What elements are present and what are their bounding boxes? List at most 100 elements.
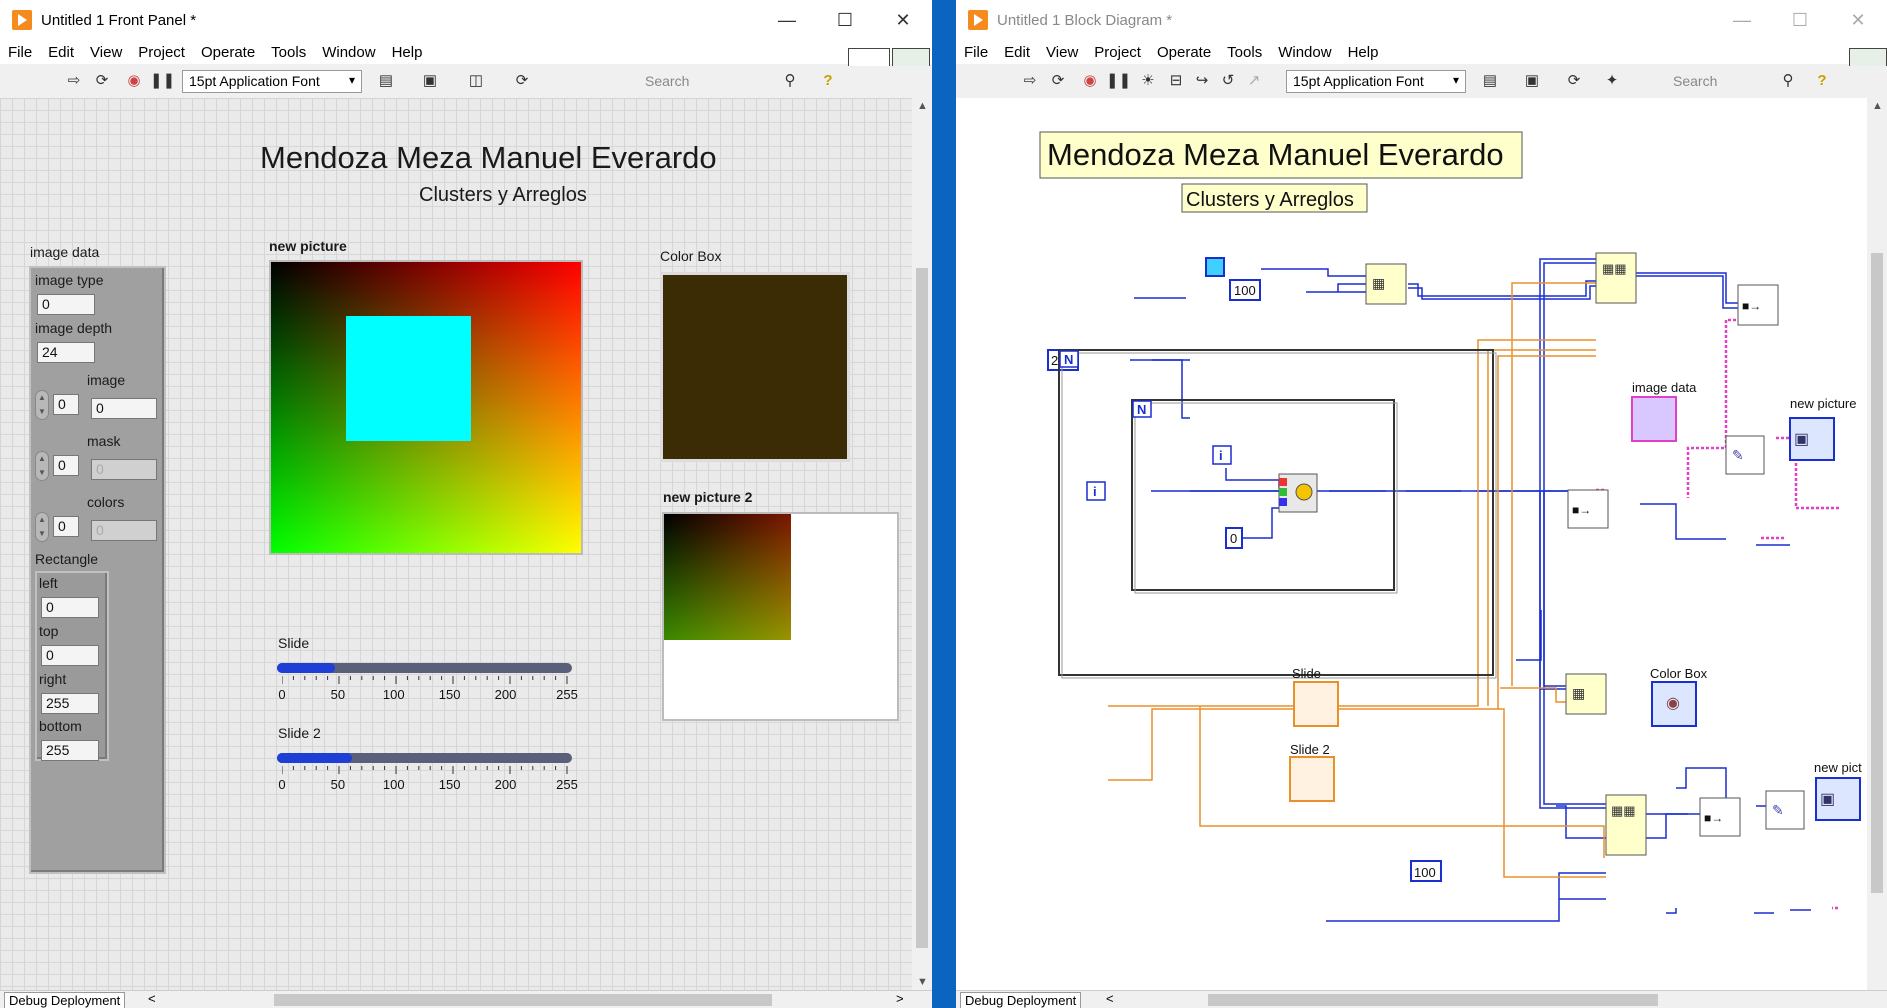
- bottom-label: bottom: [39, 718, 82, 734]
- menu-help[interactable]: Help: [1348, 44, 1379, 61]
- horizontal-scroll-thumb[interactable]: [274, 994, 772, 1006]
- run-arrow-icon[interactable]: ⇨: [1020, 71, 1040, 91]
- image-data-indicator[interactable]: [1631, 396, 1677, 442]
- abort-icon[interactable]: ◉: [124, 71, 144, 91]
- scroll-right-icon[interactable]: >: [896, 991, 904, 1006]
- scroll-left-icon[interactable]: <: [1106, 991, 1114, 1006]
- slide-fill: [277, 663, 335, 673]
- retain-wire-values-icon[interactable]: ⊟: [1166, 71, 1186, 91]
- run-continuously-icon[interactable]: ⟳: [92, 71, 112, 91]
- color-constant-box[interactable]: [1205, 257, 1225, 277]
- mask-index-field[interactable]: 0: [53, 455, 79, 476]
- mask-value-field: 0: [91, 459, 157, 480]
- menu-tools[interactable]: Tools: [271, 44, 306, 61]
- colors-index-spinner[interactable]: ▲ ▼: [35, 512, 49, 542]
- color-box-label: Color Box: [660, 248, 722, 264]
- font-selector[interactable]: 15pt Application Font: [182, 70, 362, 93]
- labview-app-icon: [12, 10, 32, 30]
- menu-tools[interactable]: Tools: [1227, 44, 1262, 61]
- slider-tick-label: 100: [382, 687, 405, 702]
- step-over-icon[interactable]: ↺: [1218, 71, 1238, 91]
- slide-2-track[interactable]: [277, 753, 572, 763]
- slide-control-terminal[interactable]: [1293, 681, 1339, 727]
- front-panel-canvas: Mendoza Meza Manuel Everardo Clusters y …: [0, 98, 912, 990]
- debug-deployment-tag[interactable]: Debug Deployment: [960, 992, 1082, 1008]
- resize-objects-icon[interactable]: ◫: [466, 71, 486, 91]
- help-icon[interactable]: ?: [1812, 71, 1832, 91]
- menu-operate[interactable]: Operate: [201, 44, 255, 61]
- minimize-button[interactable]: —: [1713, 0, 1771, 40]
- help-icon[interactable]: ?: [818, 71, 838, 91]
- menu-edit[interactable]: Edit: [48, 44, 74, 61]
- distribute-objects-icon[interactable]: ▣: [1522, 71, 1542, 91]
- image-array-label: image: [87, 372, 126, 388]
- distribute-objects-icon[interactable]: ▣: [420, 71, 440, 91]
- menu-view[interactable]: View: [90, 44, 122, 61]
- search-icon[interactable]: ⚲: [780, 71, 800, 91]
- menu-project[interactable]: Project: [1094, 44, 1141, 61]
- minimize-button[interactable]: —: [758, 0, 816, 40]
- right-field: 255: [41, 693, 99, 714]
- step-into-icon[interactable]: ↪: [1192, 71, 1212, 91]
- menu-file[interactable]: File: [8, 44, 32, 61]
- reorder-icon[interactable]: ⟳: [512, 71, 532, 91]
- vertical-scrollbar[interactable]: ▲: [1867, 98, 1887, 990]
- slide-2-control-terminal[interactable]: [1289, 756, 1335, 802]
- menu-file[interactable]: File: [964, 44, 988, 61]
- highlight-execution-icon[interactable]: ☀: [1138, 71, 1158, 91]
- image-index-field[interactable]: 0: [53, 394, 79, 415]
- slide-2-fill: [277, 753, 353, 763]
- vertical-scrollbar[interactable]: ▲ ▼: [912, 98, 932, 990]
- maximize-button[interactable]: ☐: [816, 0, 874, 40]
- colors-index-field[interactable]: 0: [53, 516, 79, 537]
- slide-track[interactable]: [277, 663, 572, 673]
- menu-help[interactable]: Help: [392, 44, 423, 61]
- abort-icon[interactable]: ◉: [1080, 71, 1100, 91]
- front-panel-titlebar: Untitled 1 Front Panel * — ☐ ✕: [0, 0, 932, 40]
- block-diagram-window: Untitled 1 Block Diagram * — ☐ ✕ File Ed…: [956, 0, 1887, 1008]
- scroll-up-icon[interactable]: ▲: [917, 100, 928, 112]
- scroll-thumb[interactable]: [1871, 253, 1883, 893]
- outer-for-loop[interactable]: [1058, 349, 1494, 676]
- horizontal-scroll-thumb[interactable]: [1208, 994, 1658, 1006]
- search-input[interactable]: Search: [1668, 70, 1778, 93]
- maximize-button[interactable]: ☐: [1771, 0, 1829, 40]
- slide-2-ticks: [282, 766, 568, 774]
- scroll-down-icon[interactable]: ▼: [917, 976, 928, 988]
- font-selector[interactable]: 15pt Application Font: [1286, 70, 1466, 93]
- run-continuously-icon[interactable]: ⟳: [1048, 71, 1068, 91]
- close-button[interactable]: ✕: [1829, 0, 1887, 40]
- search-input[interactable]: Search: [640, 70, 780, 93]
- scroll-left-icon[interactable]: <: [148, 991, 156, 1006]
- pause-icon[interactable]: ❚❚: [150, 71, 175, 91]
- new-picture-2-display: [662, 512, 899, 721]
- close-button[interactable]: ✕: [874, 0, 932, 40]
- align-objects-icon[interactable]: ▤: [376, 71, 396, 91]
- align-objects-icon[interactable]: ▤: [1480, 71, 1500, 91]
- menu-window[interactable]: Window: [322, 44, 375, 61]
- color-box-indicator: [660, 272, 850, 462]
- inner-for-loop[interactable]: [1131, 399, 1395, 591]
- debug-deployment-tag[interactable]: Debug Deployment: [4, 992, 126, 1008]
- menu-operate[interactable]: Operate: [1157, 44, 1211, 61]
- scroll-thumb[interactable]: [916, 268, 928, 948]
- slide-2-label: Slide 2: [278, 725, 321, 741]
- subtitle-label: Clusters y Arreglos: [419, 184, 587, 206]
- outer-loop-n: N: [1064, 352, 1073, 367]
- menu-project[interactable]: Project: [138, 44, 185, 61]
- menu-edit[interactable]: Edit: [1004, 44, 1030, 61]
- svg-text:✎: ✎: [1772, 802, 1784, 818]
- search-icon[interactable]: ⚲: [1778, 71, 1798, 91]
- run-arrow-icon[interactable]: ⇨: [64, 71, 84, 91]
- reorder-icon[interactable]: ⟳: [1564, 71, 1584, 91]
- menu-view[interactable]: View: [1046, 44, 1078, 61]
- outer-loop-i: i: [1093, 484, 1097, 499]
- step-out-icon[interactable]: ↗: [1244, 71, 1264, 91]
- image-index-spinner[interactable]: ▲ ▼: [35, 390, 49, 420]
- pause-icon[interactable]: ❚❚: [1106, 71, 1131, 91]
- clean-up-diagram-icon[interactable]: ✦: [1602, 71, 1622, 91]
- mask-index-spinner[interactable]: ▲ ▼: [35, 451, 49, 481]
- slider-tick-label: 100: [382, 777, 405, 792]
- scroll-up-icon[interactable]: ▲: [1872, 100, 1883, 112]
- menu-window[interactable]: Window: [1278, 44, 1331, 61]
